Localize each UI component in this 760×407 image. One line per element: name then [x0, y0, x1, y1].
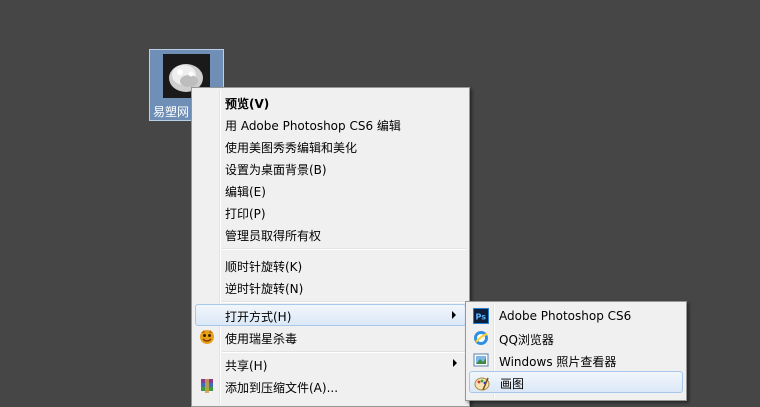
- menu-item-edit-photoshop[interactable]: 用 Adobe Photoshop CS6 编辑: [195, 113, 466, 135]
- menu-item-rotate-counterclockwise[interactable]: 逆时针旋转(N): [195, 276, 466, 298]
- menu-item-label: 顺时针旋转(K): [225, 260, 303, 274]
- submenu-arrow-icon: [452, 311, 456, 319]
- menu-item-label: 添加到压缩文件(A)...: [225, 381, 339, 395]
- menu-item-label: 用 Adobe Photoshop CS6 编辑: [225, 119, 401, 133]
- menu-item-label: 设置为桌面背景(B): [225, 163, 327, 177]
- menu-item-edit[interactable]: 编辑(E): [195, 179, 466, 201]
- menu-item-label: 编辑(E): [225, 185, 266, 199]
- menu-item-rotate-clockwise[interactable]: 顺时针旋转(K): [195, 254, 466, 276]
- paint-icon: [474, 375, 490, 391]
- menu-item-label: 使用瑞星杀毒: [225, 332, 298, 346]
- submenu-item-qq-browser[interactable]: QQ浏览器: [469, 327, 683, 349]
- menu-item-open-with[interactable]: 打开方式(H): [195, 304, 466, 326]
- photoshop-icon: Ps: [473, 308, 489, 324]
- file-name-label: 易塑网: [153, 105, 190, 119]
- menu-item-add-to-archive[interactable]: 添加到压缩文件(A)...: [195, 375, 466, 397]
- submenu-item-photoshop[interactable]: Ps Adobe Photoshop CS6: [469, 305, 683, 327]
- menu-item-preview[interactable]: 预览(V): [195, 91, 466, 113]
- open-with-submenu: Ps Adobe Photoshop CS6 QQ浏览器 Windows 照片查…: [465, 301, 687, 401]
- qq-browser-icon: [473, 330, 489, 346]
- menu-item-label: Windows 照片查看器: [499, 355, 617, 369]
- menu-item-rising-antivirus[interactable]: 使用瑞星杀毒: [195, 326, 466, 348]
- menu-item-label: 打开方式(H): [225, 310, 292, 324]
- menu-item-label: 共享(H): [225, 359, 268, 373]
- menu-item-label: QQ浏览器: [499, 333, 554, 347]
- menu-item-label: 预览(V): [225, 97, 270, 111]
- menu-item-set-desktop-background[interactable]: 设置为桌面背景(B): [195, 157, 466, 179]
- svg-text:Ps: Ps: [476, 313, 487, 322]
- menu-item-label: 打印(P): [225, 207, 266, 221]
- photo-viewer-icon: [473, 352, 489, 368]
- menu-separator: [222, 301, 466, 303]
- menu-item-label: Adobe Photoshop CS6: [499, 309, 632, 323]
- menu-item-share[interactable]: 共享(H): [195, 353, 466, 375]
- rising-antivirus-icon: [199, 329, 215, 345]
- menu-separator: [222, 248, 466, 250]
- submenu-item-photo-viewer[interactable]: Windows 照片查看器: [469, 349, 683, 371]
- menu-item-label: 管理员取得所有权: [225, 229, 322, 243]
- menu-item-label: 画图: [500, 377, 525, 391]
- submenu-item-paint[interactable]: 画图: [469, 371, 683, 393]
- menu-item-print[interactable]: 打印(P): [195, 201, 466, 223]
- menu-item-label: 逆时针旋转(N): [225, 282, 304, 296]
- menu-item-meitu-edit[interactable]: 使用美图秀秀编辑和美化: [195, 135, 466, 157]
- context-menu: 预览(V) 用 Adobe Photoshop CS6 编辑 使用美图秀秀编辑和…: [191, 87, 470, 407]
- menu-item-take-ownership[interactable]: 管理员取得所有权: [195, 223, 466, 245]
- submenu-arrow-icon: [453, 359, 457, 367]
- menu-item-label: 使用美图秀秀编辑和美化: [225, 141, 358, 155]
